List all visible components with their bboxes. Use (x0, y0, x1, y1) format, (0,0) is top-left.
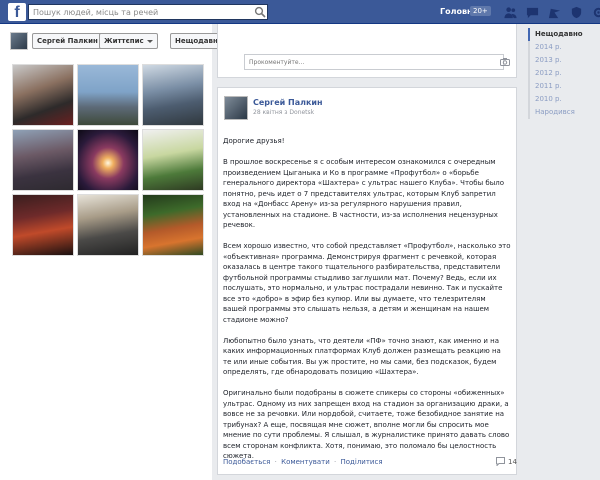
life-events-label: Життєпис (104, 37, 144, 45)
photo-thumbnail[interactable] (12, 64, 74, 126)
photo-thumbnail[interactable] (12, 129, 74, 191)
like-link[interactable]: Подобається (223, 458, 270, 466)
profile-name-button[interactable]: Сергей Палкин (32, 33, 103, 49)
previous-post-comment-area (217, 24, 517, 78)
settings-icon[interactable] (591, 5, 600, 19)
search-input[interactable] (28, 4, 268, 20)
post-actions: Подобається · Коментувати · Поділитися (223, 458, 383, 466)
photo-thumbnail[interactable] (77, 129, 139, 191)
post-body: Дорогие друзья! В прошлое воскресенье я … (223, 136, 511, 472)
comment-input[interactable] (244, 54, 504, 70)
facebook-logo[interactable]: f (8, 3, 26, 21)
avatar[interactable] (224, 96, 248, 120)
post-paragraph: Всем хорошо известно, что собой представ… (223, 242, 511, 324)
timeline-post: Сергей Палкин 28 квітня з Donetsk Дороги… (217, 87, 517, 475)
timeline-year-nav: Нещодавно 2014 р. 2013 р. 2012 р. 2011 р… (528, 28, 600, 119)
photo-thumbnail[interactable] (77, 64, 139, 126)
messages-icon[interactable] (525, 5, 539, 19)
timeline-filter-bar: Сергей Палкин Життєпис Нещодавно (10, 32, 237, 50)
avatar[interactable] (10, 32, 28, 50)
comment-bubble-icon (496, 457, 505, 466)
post-paragraph: Дорогие друзья! (223, 137, 285, 145)
share-link[interactable]: Поділитися (340, 458, 382, 466)
action-separator: · (274, 458, 277, 466)
left-column: Сергей Палкин Життєпис Нещодавно (0, 24, 237, 480)
post-paragraph: В прошлое воскресенье я с особым интерес… (223, 158, 504, 229)
friends-icon[interactable] (503, 5, 517, 19)
timeline-item-2014[interactable]: 2014 р. (528, 41, 600, 54)
comment-count-value: 14 (508, 457, 517, 466)
post-paragraph: Любопытно было узнать, что деятели «ПФ» … (223, 336, 501, 377)
top-navigation-bar: f Головна 20+ (0, 0, 600, 24)
top-icons (503, 5, 600, 19)
action-separator: · (334, 458, 337, 466)
timeline-item-recent[interactable]: Нещодавно (528, 28, 600, 41)
photo-grid (12, 64, 204, 279)
photo-thumbnail[interactable] (142, 194, 204, 256)
timeline-item-2013[interactable]: 2013 р. (528, 54, 600, 67)
recent-filter-label: Нещодавно (175, 37, 223, 45)
comment-count[interactable]: 14 (496, 457, 517, 466)
privacy-icon[interactable] (569, 5, 583, 19)
comment-link[interactable]: Коментувати (281, 458, 330, 466)
home-count-badge: 20+ (470, 6, 491, 16)
chevron-down-icon (146, 39, 153, 43)
photo-thumbnail[interactable] (142, 64, 204, 126)
timeline-item-born[interactable]: Народився (528, 106, 600, 119)
notifications-icon[interactable] (547, 5, 561, 19)
profile-name-label: Сергей Палкин (37, 37, 98, 45)
timeline-item-2010[interactable]: 2010 р. (528, 93, 600, 106)
photo-thumbnail[interactable] (77, 194, 139, 256)
search-icon[interactable] (254, 6, 266, 18)
photo-thumbnail[interactable] (12, 194, 74, 256)
camera-icon[interactable] (500, 57, 510, 67)
post-author[interactable]: Сергей Палкин (253, 98, 323, 107)
timeline-item-2011[interactable]: 2011 р. (528, 80, 600, 93)
post-paragraph: Оригинально были подобраны в сюжете спик… (223, 389, 510, 460)
post-date[interactable]: 28 квітня з Donetsk (253, 109, 314, 116)
life-events-button[interactable]: Життєпис (99, 33, 158, 49)
photo-thumbnail[interactable] (142, 129, 204, 191)
timeline-item-2012[interactable]: 2012 р. (528, 67, 600, 80)
